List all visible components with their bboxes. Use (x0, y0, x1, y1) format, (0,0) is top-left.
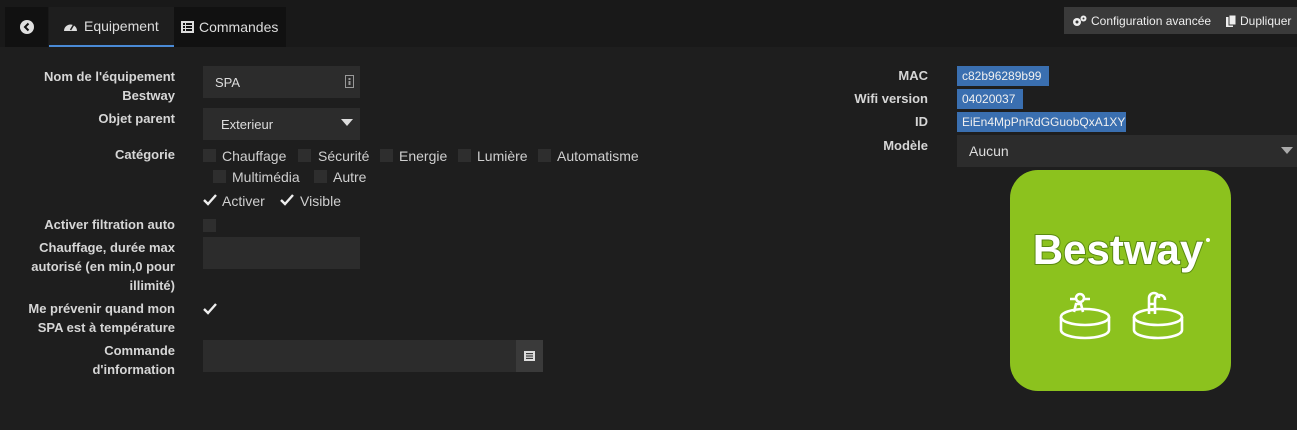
model-select[interactable]: Aucun (957, 135, 1297, 167)
visible-label: Visible (300, 193, 341, 209)
notify-temperature-label: Me prévenir quand mon SPA est à températ… (28, 301, 175, 335)
category-checkbox-lumiere[interactable] (458, 149, 471, 162)
tachometer-icon (64, 24, 77, 31)
activate-checkbox[interactable] (203, 194, 217, 206)
bestway-logo-artwork: Bestway (1032, 225, 1210, 340)
advanced-config-button[interactable]: Configuration avancée (1064, 7, 1219, 34)
equipment-name-input[interactable]: SPA (203, 66, 360, 98)
advanced-config-label: Configuration avancée (1091, 13, 1212, 28)
svg-text:Bestway: Bestway (1033, 226, 1204, 273)
category-label-lumiere: Lumière (477, 148, 528, 164)
duplicate-label: Dupliquer (1240, 13, 1292, 28)
filtration-label: Activer filtration auto (44, 217, 175, 232)
list-alt-icon (524, 351, 535, 361)
tab-commandes[interactable]: Commandes (174, 7, 286, 47)
category-checkbox-chauffage[interactable] (203, 149, 216, 162)
model-label: Modèle (883, 138, 928, 153)
category-label-securite: Sécurité (318, 148, 370, 164)
heating-duration-input[interactable] (203, 237, 360, 269)
equipment-name-value: SPA (215, 75, 241, 90)
chevron-down-icon (341, 119, 353, 126)
tab-equipement-label: Equipement (84, 18, 159, 34)
wifi-version-value: 04020037 (957, 89, 1023, 109)
filtration-checkbox[interactable] (203, 219, 216, 232)
category-checkbox-energie[interactable] (380, 149, 393, 162)
bestway-logo: Bestway (1010, 170, 1231, 391)
notify-temperature-checkbox[interactable] (203, 303, 217, 315)
category-label-multimedia: Multimédia (232, 169, 300, 185)
model-value: Aucun (969, 143, 1009, 159)
copy-icon (1226, 14, 1237, 27)
input-info-icon (345, 75, 354, 88)
category-label-chauffage: Chauffage (222, 148, 287, 164)
category-label: Catégorie (115, 147, 175, 162)
category-label-energie: Energie (399, 148, 448, 164)
category-checkbox-autre[interactable] (314, 170, 327, 183)
info-command-input[interactable] (203, 340, 516, 372)
category-label-autre: Autre (333, 169, 367, 185)
select-command-button[interactable] (516, 340, 543, 372)
parent-object-value: Exterieur (221, 117, 274, 132)
tab-equipement[interactable]: Equipement (49, 7, 174, 47)
id-label: ID (915, 114, 928, 129)
wifi-version-label: Wifi version (854, 91, 928, 106)
duplicate-button[interactable]: Dupliquer (1219, 7, 1297, 34)
category-checkbox-multimedia[interactable] (213, 170, 226, 183)
id-value: EiEn4MpPnRdGGuobQxA1XY (957, 112, 1126, 132)
equipment-name-label: Nom de l'équipement Bestway (44, 69, 175, 103)
chevron-down-icon (1281, 147, 1293, 154)
tab-commandes-label: Commandes (199, 19, 279, 35)
list-icon (181, 21, 194, 33)
activate-label: Activer (222, 193, 265, 209)
mac-label: MAC (898, 68, 928, 83)
parent-object-label: Objet parent (98, 111, 175, 126)
info-command-label: Commande d'information (92, 343, 175, 377)
visible-checkbox[interactable] (280, 194, 294, 206)
mac-value: c82b96289b99 (957, 66, 1049, 86)
back-button[interactable] (5, 7, 48, 47)
category-checkbox-securite[interactable] (298, 149, 311, 162)
gears-icon (1073, 15, 1087, 26)
category-label-automatisme: Automatisme (557, 148, 639, 164)
heating-duration-label: Chauffage, durée max autorisé (en min,0 … (31, 240, 175, 293)
back-arrow-icon (19, 20, 34, 34)
parent-object-select[interactable]: Exterieur (203, 108, 360, 140)
category-checkbox-automatisme[interactable] (538, 149, 551, 162)
